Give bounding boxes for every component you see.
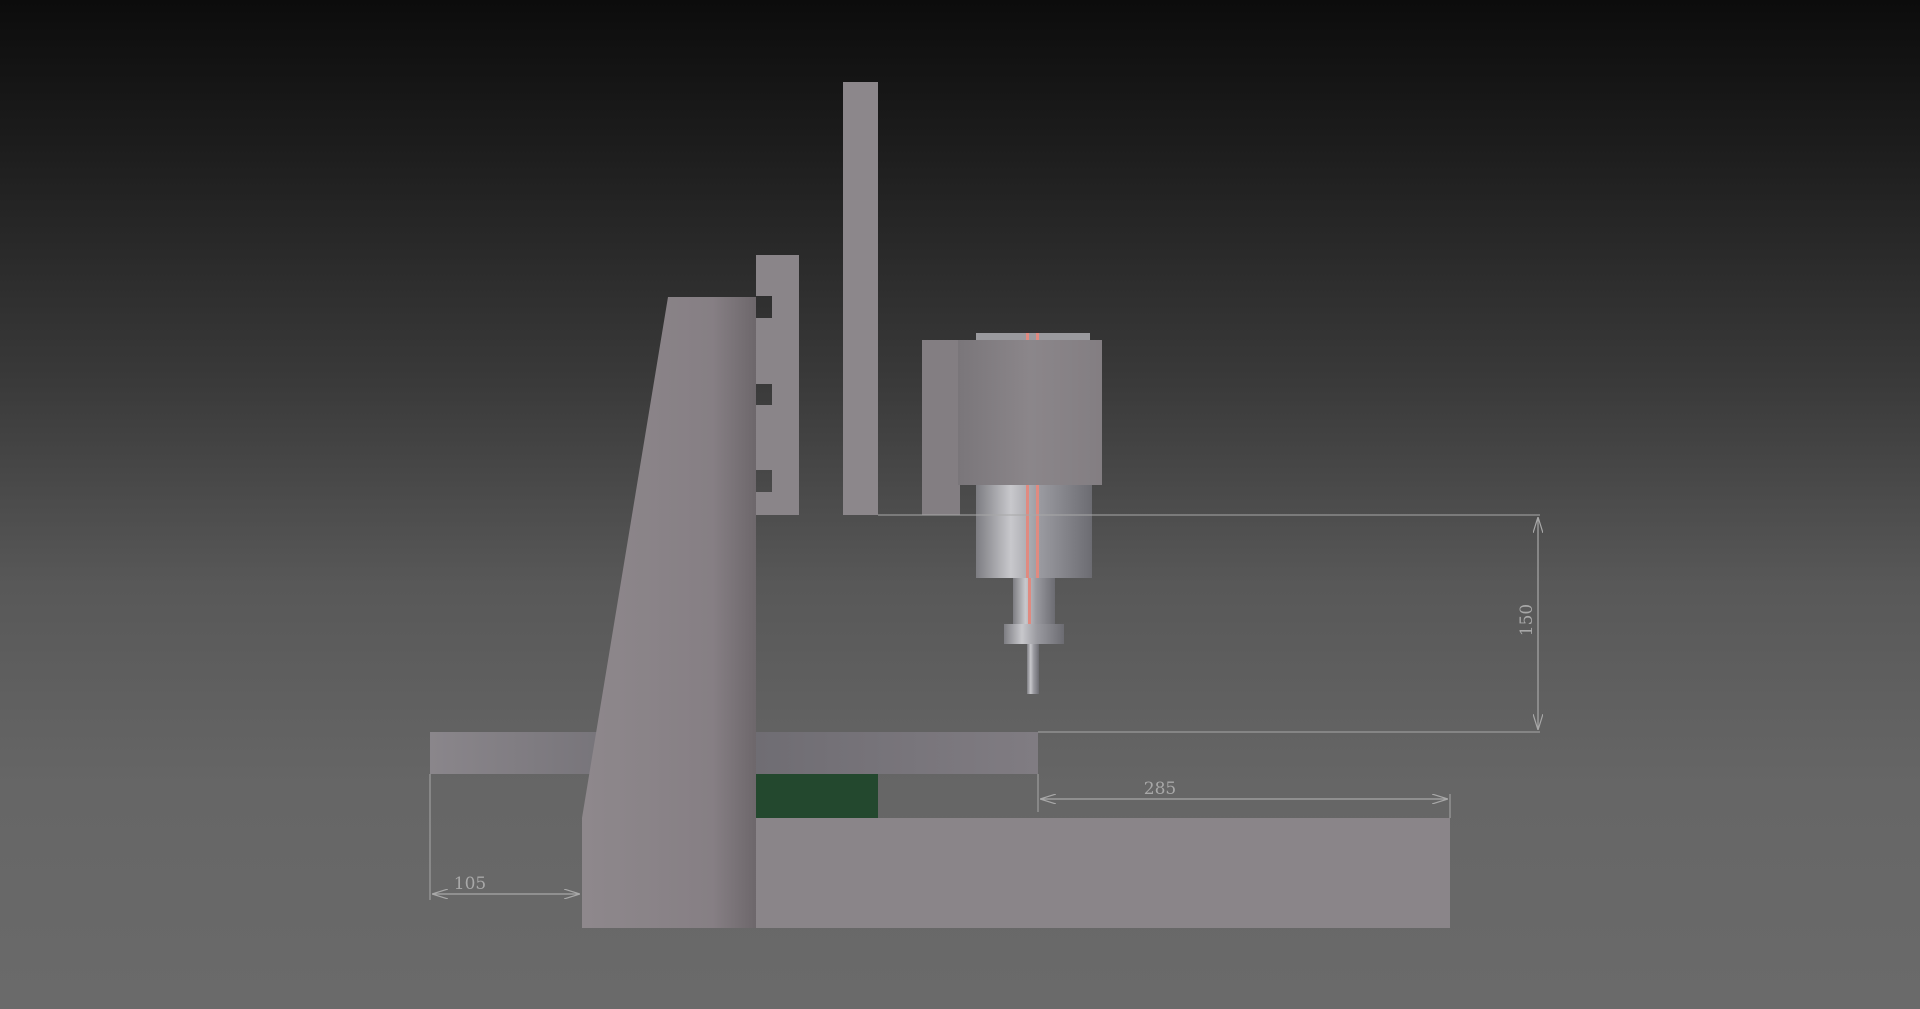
cnc-machine-side-view: 150 285 105	[429, 82, 1920, 928]
spindle-collet	[1013, 578, 1055, 624]
dimension-label-width: 285	[1144, 779, 1176, 799]
collet-highlight	[1028, 578, 1031, 624]
dimension-width: 285	[1037, 774, 1451, 818]
spindle-body	[976, 485, 1092, 578]
dimension-label-height: 150	[1517, 604, 1537, 636]
spindle-mount-bracket	[922, 340, 960, 515]
collet-nut	[1004, 624, 1064, 644]
spindle-housing	[958, 340, 1102, 485]
spindle-highlight	[1026, 485, 1029, 578]
green-block	[756, 774, 878, 818]
dimension-label-offset: 105	[454, 874, 486, 894]
upright-column	[582, 297, 756, 928]
tool-bit	[1027, 644, 1039, 694]
spindle-highlight	[1036, 485, 1039, 578]
linear-rail-profile	[756, 255, 799, 515]
dimension-offset: 105	[429, 774, 579, 900]
z-axis-plate	[843, 82, 878, 515]
